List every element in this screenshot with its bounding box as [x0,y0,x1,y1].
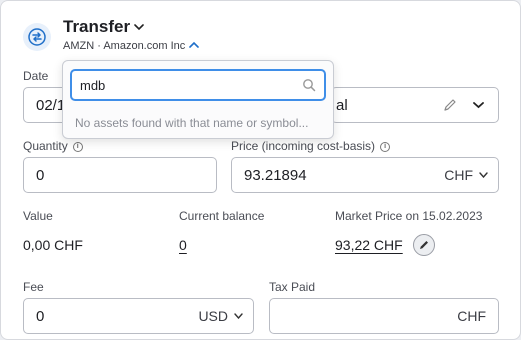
tax-field[interactable]: CHF [269,298,499,334]
quantity-label: Quantity i [23,139,83,153]
account-value: al [336,96,348,114]
info-icon[interactable]: i [380,141,391,152]
price-label-text: Price (incoming cost-basis) [231,139,376,153]
value-label: Value [23,209,53,223]
no-results-message: No assets found with that name or symbol… [75,116,309,130]
chevron-down-icon[interactable] [473,101,484,109]
fee-label: Fee [23,280,44,294]
edit-market-price-button[interactable] [413,234,435,256]
transfer-icon [23,23,51,51]
price-value: 93.21894 [244,166,307,184]
page-title: Transfer [63,17,131,36]
balance-label: Current balance [179,209,265,223]
account-field[interactable]: al [331,87,499,123]
transfer-dialog: Transfer AMZN · Amazon.com Inc Date 02/1… [0,0,521,340]
asset-search-box[interactable] [70,69,326,101]
quantity-field[interactable]: 0 [23,157,217,193]
asset-selector[interactable]: AMZN · Amazon.com Inc [63,40,200,52]
price-label: Price (incoming cost-basis) i [231,139,391,153]
quantity-label-text: Quantity [23,139,68,153]
price-currency: CHF [444,167,473,183]
balance-amount[interactable]: 0 [179,237,187,253]
asset-search-popover: No assets found with that name or symbol… [62,60,334,139]
market-price-label: Market Price on 15.02.2023 [335,209,483,223]
chevron-down-icon [134,18,144,36]
header: Transfer AMZN · Amazon.com Inc [23,17,200,52]
quantity-value: 0 [36,166,45,184]
search-icon [302,78,324,92]
price-currency-select[interactable]: CHF [444,167,498,183]
date-label: Date [23,69,49,83]
fee-currency-select[interactable]: USD [198,308,253,324]
pencil-icon[interactable] [443,98,457,112]
info-icon[interactable]: i [72,141,83,152]
value-amount: 0,00 CHF [23,237,83,253]
chevron-up-icon [189,40,200,52]
asset-search-input[interactable] [72,77,302,93]
fee-currency: USD [198,308,228,324]
chevron-down-icon [479,172,488,178]
fee-value: 0 [36,307,45,325]
fee-field[interactable]: 0 USD [23,298,254,334]
market-price-amount[interactable]: 93,22 CHF [335,237,403,253]
chevron-down-icon [234,313,243,319]
pencil-icon [420,241,428,249]
price-field[interactable]: 93.21894 CHF [231,157,499,193]
asset-subtitle: AMZN · Amazon.com Inc [63,40,186,52]
type-selector[interactable]: Transfer [63,17,199,37]
tax-currency: CHF [457,308,486,324]
tax-label: Tax Paid [269,280,316,294]
